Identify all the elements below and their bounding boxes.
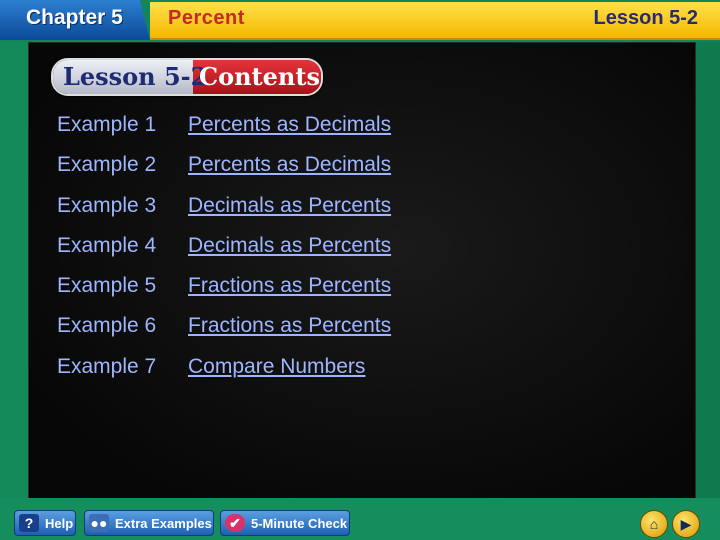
extra-examples-label: Extra Examples: [115, 516, 212, 531]
example-link-7[interactable]: Example 7 Compare Numbers: [57, 354, 391, 394]
five-minute-check-label: 5-Minute Check: [251, 516, 348, 531]
check-icon: ✔: [225, 514, 245, 532]
left-frame: [0, 42, 28, 498]
chapter-label: Chapter 5: [26, 6, 123, 29]
question-icon: ?: [19, 514, 39, 532]
five-minute-check-button[interactable]: ✔ 5-Minute Check: [220, 510, 350, 536]
home-button[interactable]: ⌂: [640, 510, 668, 538]
home-icon: ⌂: [649, 516, 659, 532]
example-link-6[interactable]: Example 6 Fractions as Percents: [57, 313, 391, 353]
example-link-3[interactable]: Example 3 Decimals as Percents: [57, 193, 391, 233]
example-link-1[interactable]: Example 1 Percents as Decimals: [57, 112, 391, 152]
play-icon: ▶: [680, 516, 692, 532]
topic-title: Percent: [168, 7, 245, 29]
group-icon: ●●: [89, 514, 109, 532]
lesson-label: Lesson 5-2: [593, 7, 698, 29]
contents-badge: Lesson 5-2 Contents: [51, 58, 323, 96]
next-button[interactable]: ▶: [672, 510, 700, 538]
examples-list: Example 1 Percents as Decimals Example 2P…: [57, 112, 391, 394]
help-label: Help: [45, 516, 74, 531]
extra-examples-button[interactable]: ●● Extra Examples: [84, 510, 214, 536]
example-link-5[interactable]: Example 5 Fractions as Percents: [57, 273, 391, 313]
badge-contents-text: Contents: [199, 62, 320, 91]
example-link-4[interactable]: Example 4 Decimals as Percents: [57, 233, 391, 273]
right-frame: [694, 42, 720, 498]
badge-lesson-text: Lesson 5-2: [63, 62, 208, 91]
help-button[interactable]: ? Help: [14, 510, 76, 536]
example-link-2[interactable]: Example 2 Percents as Decimals: [57, 152, 391, 192]
